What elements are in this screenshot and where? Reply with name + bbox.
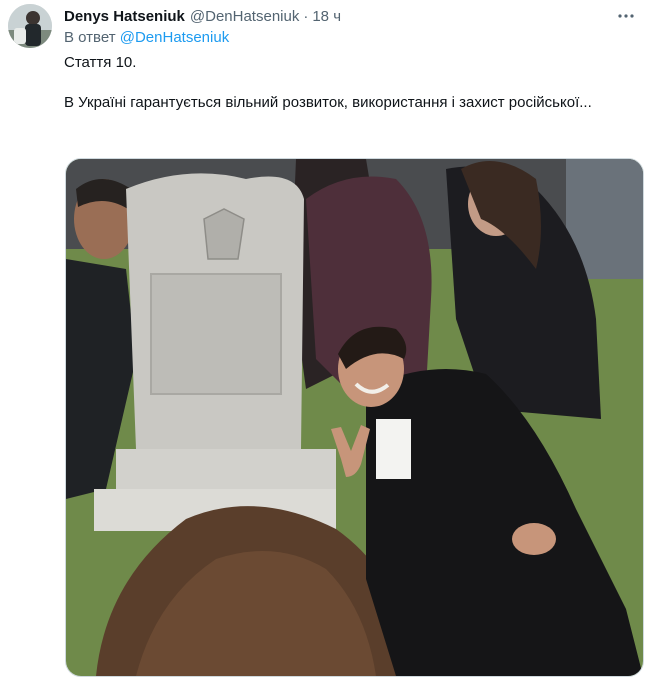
more-horizontal-icon[interactable]: [614, 5, 638, 27]
author-name[interactable]: Denys Hatseniuk: [64, 8, 185, 25]
avatar-image: [8, 4, 52, 48]
tweet-text-line-2: В Україні гарантується вільний розвиток,…: [64, 94, 592, 111]
tweet: Denys Hatseniuk @DenHatseniuk · 18 ч В о…: [0, 0, 652, 684]
reply-mention-link[interactable]: @DenHatseniuk: [120, 29, 229, 46]
tweet-media-image[interactable]: [65, 158, 644, 677]
meme-photo: [66, 159, 643, 676]
author-handle[interactable]: @DenHatseniuk: [190, 8, 299, 25]
avatar[interactable]: [8, 4, 52, 48]
reply-context: В ответ @DenHatseniuk: [64, 29, 229, 46]
separator-dot: ·: [303, 7, 309, 25]
reply-prefix: В ответ: [64, 29, 116, 46]
tweet-time[interactable]: 18 ч: [312, 8, 341, 25]
tweet-text: Стаття 10. В Україні гарантується вільни…: [64, 53, 634, 113]
tweet-text-line-1: Стаття 10.: [64, 54, 137, 71]
tweet-header: Denys Hatseniuk @DenHatseniuk · 18 ч: [64, 5, 638, 27]
